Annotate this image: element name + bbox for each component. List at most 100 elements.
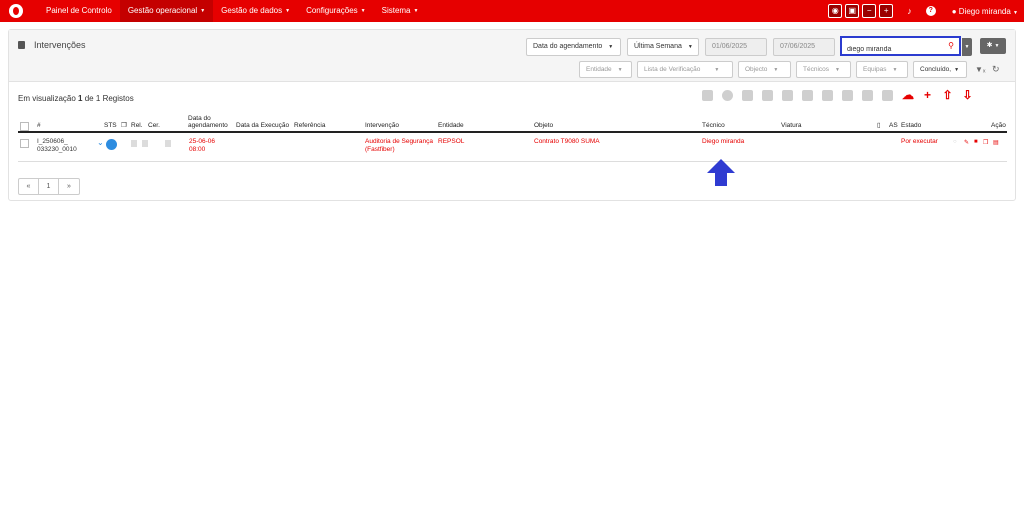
download-icon[interactable]: ⇩ — [962, 89, 973, 101]
caret-down-icon: ▼ — [714, 67, 720, 73]
panel-header: Intervenções Data do agendamento ▼ Última… — [9, 30, 1015, 82]
equipas-filter[interactable]: Equipas ▼ — [856, 61, 908, 78]
circle-icon[interactable]: ○ — [953, 139, 957, 145]
filter-label: Equipas — [863, 66, 887, 73]
filter-label: Técnicos — [803, 66, 830, 73]
cell-intervencao[interactable]: Auditoria de Segurança (Fastfiber) — [365, 138, 437, 153]
pager-last-button[interactable]: » — [59, 179, 79, 194]
nav-label: Sistema — [381, 6, 411, 15]
help-icon[interactable]: ? — [925, 6, 936, 16]
zoom-in-button[interactable]: + — [879, 4, 894, 18]
col-data-agendamento[interactable]: Data do agendamento — [188, 115, 238, 129]
refresh-icon[interactable]: ↻ — [992, 64, 1000, 75]
caret-down-icon: ▼ — [360, 8, 366, 14]
table-row[interactable]: I_250606_ 033230_0010 ⌄ 25-06-06 08:00 A… — [18, 136, 1007, 162]
page-title: Intervenções — [18, 40, 86, 50]
filter-label: Objecto — [745, 66, 768, 73]
id-card-icon[interactable]: ▣ — [845, 4, 860, 18]
upload-icon[interactable]: ⇧ — [942, 89, 953, 101]
expand-chevron-icon[interactable]: ⌄ — [97, 139, 104, 147]
records-total: 1 — [95, 94, 101, 103]
trash-icon[interactable] — [882, 90, 893, 101]
col-objeto[interactable]: Objeto — [534, 122, 553, 129]
caret-down-icon: ▼ — [954, 67, 960, 73]
search-icon[interactable]: ⚲ — [948, 41, 954, 50]
assign-icon[interactable] — [802, 90, 813, 101]
clear-filter-icon[interactable]: ▼ₓ — [975, 65, 986, 74]
cell-entidade[interactable]: REPSOL — [438, 138, 464, 146]
col-viatura[interactable]: Viatura — [781, 122, 801, 129]
caret-down-icon: ▼ — [608, 44, 614, 50]
nav-configuracoes[interactable]: Configurações ▼ — [298, 0, 374, 22]
report-icon[interactable] — [131, 140, 137, 147]
caret-down-icon: ▼ — [1013, 9, 1018, 16]
cloud-upload-icon[interactable]: ☁ — [902, 89, 914, 101]
delete-icon[interactable]: ■ — [974, 139, 978, 145]
car-icon[interactable] — [842, 90, 853, 101]
bell-icon[interactable]: ♪ — [907, 6, 912, 16]
mobile-icon: ▯ — [877, 122, 881, 129]
map-icon[interactable] — [762, 90, 773, 101]
select-all-checkbox[interactable] — [20, 122, 29, 131]
col-rel[interactable]: Rel. — [131, 122, 143, 129]
cloud-download-icon[interactable] — [702, 90, 713, 101]
nav-gestao-de-dados[interactable]: Gestão de dados ▼ — [213, 0, 298, 22]
cell-objeto[interactable]: Contrato T9080 SUMA — [534, 138, 600, 146]
print-icon[interactable]: ▤ — [993, 139, 999, 146]
col-intervencao[interactable]: Intervenção — [365, 122, 399, 129]
col-cer[interactable]: Cer. — [148, 122, 160, 129]
nav-painel-de-controlo[interactable]: Painel de Controlo — [38, 0, 120, 22]
cell-tecnico[interactable]: Diego miranda — [702, 138, 744, 146]
nav-label: Configurações — [306, 6, 358, 15]
certificate-icon[interactable] — [165, 140, 171, 147]
estado-filter[interactable]: Concluído, ▼ — [913, 61, 967, 78]
period-select[interactable]: Última Semana ▼ — [627, 38, 699, 56]
date-field-select[interactable]: Data do agendamento ▼ — [526, 38, 621, 56]
select-value: Última Semana — [634, 43, 682, 50]
pager-first-button[interactable]: « — [19, 179, 39, 194]
col-sts[interactable]: STS — [104, 122, 117, 129]
entidade-filter[interactable]: Entidade ▼ — [579, 61, 632, 78]
col-print-icon: ❐ — [121, 122, 127, 129]
add-icon[interactable]: + — [922, 89, 933, 101]
date-to-input[interactable]: 07/06/2025 — [773, 38, 835, 56]
copy-icon[interactable]: ❐ — [983, 139, 988, 146]
cell-num: I_250606_ 033230_0010 — [37, 138, 77, 153]
search-input[interactable] — [842, 41, 940, 58]
nav-label: Gestão operacional — [127, 6, 198, 15]
book-icon[interactable] — [782, 90, 793, 101]
lista-verificacao-filter[interactable]: Lista de Verificação ▼ — [637, 61, 733, 78]
file-icon[interactable] — [862, 90, 873, 101]
col-data-execucao[interactable]: Data da Execução — [236, 122, 289, 129]
zoom-out-button[interactable]: − — [862, 4, 877, 18]
clock-icon[interactable] — [722, 90, 733, 101]
pager-page-1[interactable]: 1 — [39, 179, 59, 194]
nav-gestao-operacional[interactable]: Gestão operacional ▼ — [119, 0, 214, 22]
col-referencia[interactable]: Referência — [294, 122, 325, 129]
search-options-button[interactable]: ▼ — [962, 38, 972, 56]
date-from-input[interactable]: 01/06/2025 — [705, 38, 767, 56]
col-num[interactable]: # — [37, 122, 41, 129]
pagination: « 1 » — [18, 178, 80, 195]
user-menu[interactable]: ● Diego miranda ▼ — [952, 7, 1018, 16]
col-entidade[interactable]: Entidade — [438, 122, 464, 129]
tecnicos-filter[interactable]: Técnicos ▼ — [796, 61, 851, 78]
settings-button[interactable]: ✱ ▼ — [980, 38, 1006, 54]
caret-down-icon: ▼ — [285, 8, 291, 14]
mail-icon[interactable] — [742, 90, 753, 101]
edit-icon[interactable]: ✎ — [964, 139, 969, 146]
col-as[interactable]: AS — [889, 122, 898, 129]
team-icon[interactable] — [822, 90, 833, 101]
nav-sistema[interactable]: Sistema ▼ — [374, 0, 427, 22]
chat-icon[interactable]: ◉ — [828, 4, 843, 18]
objecto-filter[interactable]: Objecto ▼ — [738, 61, 791, 78]
col-tecnico[interactable]: Técnico — [702, 122, 725, 129]
interventions-panel: Intervenções Data do agendamento ▼ Última… — [8, 29, 1016, 201]
search-box: ⚲ — [840, 36, 961, 58]
file-icon[interactable] — [142, 140, 148, 147]
caret-down-icon: ▼ — [835, 67, 840, 73]
brand-logo[interactable] — [9, 4, 23, 18]
col-estado[interactable]: Estado — [901, 122, 921, 129]
row-checkbox[interactable] — [20, 139, 29, 148]
top-navbar: Painel de Controlo Gestão operacional ▼ G… — [0, 0, 1024, 22]
